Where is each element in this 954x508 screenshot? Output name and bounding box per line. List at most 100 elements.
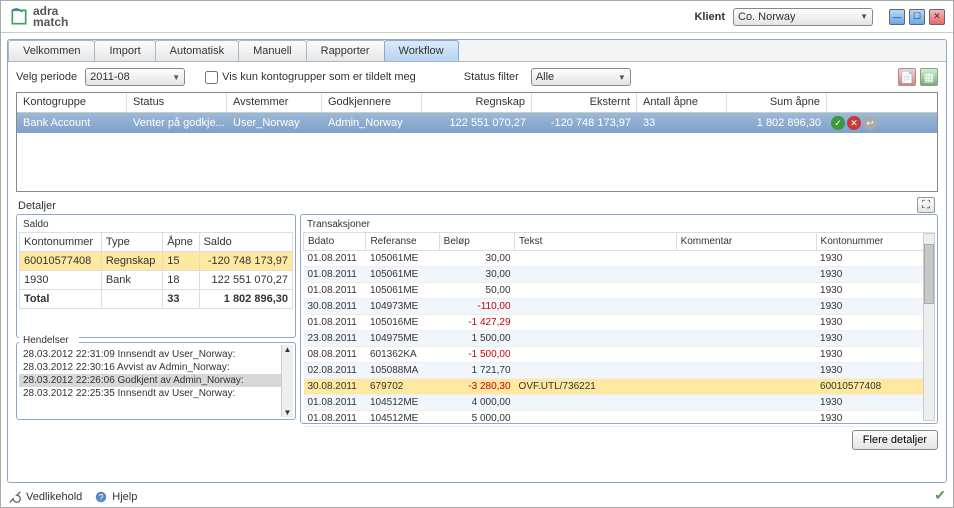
- trans-cell: 105061ME: [366, 267, 439, 283]
- tab-rapporter[interactable]: Rapporter: [306, 40, 385, 61]
- trans-row[interactable]: 02.08.2011105088MA1 721,701930: [304, 363, 935, 379]
- tab-velkommen[interactable]: Velkommen: [8, 40, 95, 61]
- trans-cell: 104512ME: [366, 395, 439, 411]
- trans-row[interactable]: 01.08.2011105016ME-1 427,291930: [304, 315, 935, 331]
- trans-cell: [515, 251, 677, 267]
- trans-cell: 1930: [816, 395, 934, 411]
- velg-periode-label: Velg periode: [16, 71, 77, 83]
- tab-manuell[interactable]: Manuell: [238, 40, 307, 61]
- trans-cell: [515, 315, 677, 331]
- hendelser-item[interactable]: 28.03.2012 22:25:35 Innsendt av User_Nor…: [19, 387, 281, 400]
- col-regnskap[interactable]: Regnskap: [422, 93, 532, 112]
- trans-cell: [676, 315, 816, 331]
- trans-cell: [676, 283, 816, 299]
- export-excel-button[interactable]: ▦: [920, 68, 938, 86]
- app-logo: adra match: [9, 6, 68, 28]
- tab-workflow[interactable]: Workflow: [384, 40, 459, 61]
- reject-icon[interactable]: ✕: [847, 116, 861, 130]
- saldo-cell: 15: [163, 252, 199, 271]
- trans-cell: 01.08.2011: [304, 315, 366, 331]
- trans-col-tekst[interactable]: Tekst: [515, 233, 677, 251]
- grid-row-selected[interactable]: Bank Account Venter på godkje... User_No…: [17, 113, 937, 133]
- back-icon[interactable]: ↩: [863, 116, 877, 130]
- tab-automatisk[interactable]: Automatisk: [155, 40, 239, 61]
- klient-select[interactable]: Co. Norway ▼: [733, 8, 873, 26]
- trans-row[interactable]: 30.08.2011679702-3 280,30OVF.UTL/7362216…: [304, 379, 935, 395]
- trans-row[interactable]: 01.08.2011104512ME4 000,001930: [304, 395, 935, 411]
- saldo-cell: 122 551 070,27: [199, 271, 292, 290]
- trans-cell: [515, 363, 677, 379]
- trans-row[interactable]: 01.08.2011105061ME50,001930: [304, 283, 935, 299]
- saldo-row[interactable]: 1930 Bank 18 122 551 070,27: [20, 271, 293, 290]
- minimize-button[interactable]: —: [889, 9, 905, 25]
- wrench-icon: [8, 490, 22, 504]
- trans-cell: 4 000,00: [439, 395, 514, 411]
- approve-icon[interactable]: ✓: [831, 116, 845, 130]
- status-check-icon: ✔: [934, 487, 946, 504]
- trans-col-bdato[interactable]: Bdato: [304, 233, 366, 251]
- flere-detaljer-button[interactable]: Flere detaljer: [852, 430, 938, 450]
- maximize-button[interactable]: ☐: [909, 9, 925, 25]
- col-avstemmer[interactable]: Avstemmer: [227, 93, 322, 112]
- trans-cell: [676, 299, 816, 315]
- trans-cell: [676, 395, 816, 411]
- cell-antall: 33: [637, 115, 727, 131]
- saldo-cell: 60010577408: [20, 252, 102, 271]
- saldo-cell: Total: [20, 290, 102, 309]
- trans-col-ref[interactable]: Referanse: [366, 233, 439, 251]
- trans-row[interactable]: 01.08.2011105061ME30,001930: [304, 267, 935, 283]
- close-button[interactable]: ✕: [929, 9, 945, 25]
- trans-col-konto[interactable]: Kontonummer: [816, 233, 934, 251]
- hendelser-list[interactable]: 28.03.2012 22:31:09 Innsendt av User_Nor…: [19, 348, 281, 400]
- hendelser-item[interactable]: 28.03.2012 22:30:16 Avvist av Admin_Norw…: [19, 361, 281, 374]
- vedlikehold-link[interactable]: Vedlikehold: [8, 490, 82, 504]
- trans-row[interactable]: 23.08.2011104975ME1 500,001930: [304, 331, 935, 347]
- trans-row[interactable]: 30.08.2011104973ME-110,001930: [304, 299, 935, 315]
- trans-cell: 104975ME: [366, 331, 439, 347]
- saldo-row-total: Total 33 1 802 896,30: [20, 290, 293, 309]
- period-select[interactable]: 2011-08 ▼: [85, 68, 185, 86]
- hendelser-scrollbar[interactable]: ▲▼: [281, 345, 293, 417]
- saldo-cell: Bank: [101, 271, 162, 290]
- trans-row[interactable]: 01.08.2011104512ME5 000,001930: [304, 411, 935, 427]
- status-filter-select[interactable]: Alle ▼: [531, 68, 631, 86]
- col-eksternt[interactable]: Eksternt: [532, 93, 637, 112]
- hendelser-item[interactable]: 28.03.2012 22:31:09 Innsendt av User_Nor…: [19, 348, 281, 361]
- trans-cell: 1930: [816, 411, 934, 427]
- hendelser-item[interactable]: 28.03.2012 22:26:06 Godkjent av Admin_No…: [19, 374, 281, 387]
- saldo-col-apne[interactable]: Åpne: [163, 233, 199, 252]
- saldo-col-konto[interactable]: Kontonummer: [20, 233, 102, 252]
- trans-row[interactable]: 01.08.2011105061ME30,001930: [304, 251, 935, 267]
- trans-col-belop[interactable]: Beløp: [439, 233, 514, 251]
- kontogruppe-grid: Kontogruppe Status Avstemmer Godkjennere…: [16, 92, 938, 192]
- saldo-row[interactable]: 60010577408 Regnskap 15 -120 748 173,97: [20, 252, 293, 271]
- col-sum-apne[interactable]: Sum åpne: [727, 93, 827, 112]
- trans-cell: 23.08.2011: [304, 331, 366, 347]
- cell-eksternt: -120 748 173,97: [532, 115, 637, 131]
- trans-scrollbar[interactable]: [923, 233, 935, 421]
- tab-import[interactable]: Import: [94, 40, 155, 61]
- saldo-col-saldo[interactable]: Saldo: [199, 233, 292, 252]
- trans-cell: [676, 363, 816, 379]
- cell-regnskap: 122 551 070,27: [422, 115, 532, 131]
- col-kontogruppe[interactable]: Kontogruppe: [17, 93, 127, 112]
- transaksjoner-table: Bdato Referanse Beløp Tekst Kommentar Ko…: [303, 232, 935, 427]
- col-status[interactable]: Status: [127, 93, 227, 112]
- expand-button[interactable]: ⛶: [917, 197, 935, 213]
- vis-kun-checkbox[interactable]: [205, 71, 218, 84]
- trans-cell: [676, 347, 816, 363]
- col-godkjenner[interactable]: Godkjennere: [322, 93, 422, 112]
- hendelser-label: Hendelser: [19, 333, 79, 348]
- trans-row[interactable]: 08.08.2011601362KA-1 500,001930: [304, 347, 935, 363]
- logo-icon: [9, 7, 29, 27]
- klient-label: Klient: [694, 11, 725, 23]
- export-pdf-button[interactable]: 📄: [898, 68, 916, 86]
- saldo-cell: 1 802 896,30: [199, 290, 292, 309]
- hjelp-link[interactable]: ? Hjelp: [94, 490, 137, 504]
- chevron-down-icon: ▼: [618, 73, 626, 82]
- col-antall-apne[interactable]: Antall åpne: [637, 93, 727, 112]
- trans-cell: [515, 299, 677, 315]
- trans-cell: [676, 411, 816, 427]
- trans-col-kommentar[interactable]: Kommentar: [676, 233, 816, 251]
- saldo-col-type[interactable]: Type: [101, 233, 162, 252]
